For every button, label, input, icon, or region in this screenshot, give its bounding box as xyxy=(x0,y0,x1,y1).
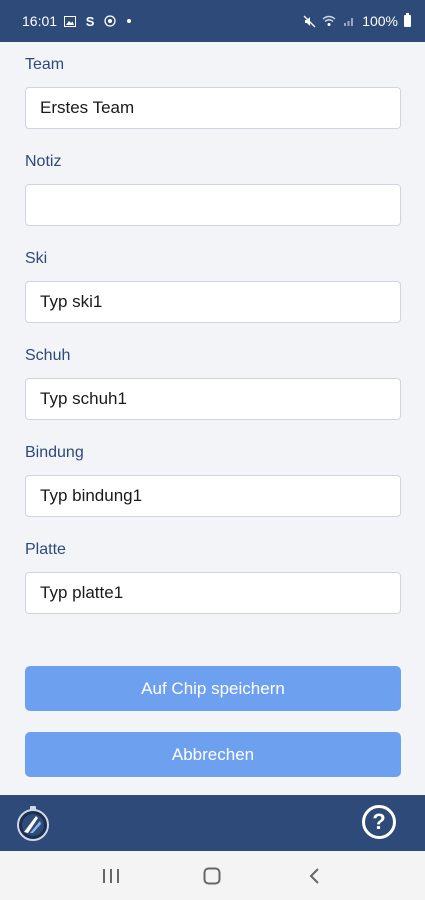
help-circle-icon[interactable]: ? xyxy=(362,805,396,839)
platte-label: Platte xyxy=(25,541,66,558)
signal-icon xyxy=(342,14,356,28)
bindung-input[interactable] xyxy=(25,475,401,517)
home-icon[interactable] xyxy=(192,856,232,896)
team-input[interactable] xyxy=(25,87,401,129)
back-icon[interactable] xyxy=(294,856,334,896)
recent-apps-icon[interactable] xyxy=(91,856,131,896)
app-logo-icon[interactable] xyxy=(14,803,52,843)
save-to-chip-button[interactable]: Auf Chip speichern xyxy=(25,666,401,711)
bottom-app-bar: ? xyxy=(0,795,425,851)
notiz-input[interactable] xyxy=(25,184,401,226)
help-glyph: ? xyxy=(372,809,386,834)
status-bar-left: 16:01 S xyxy=(22,13,132,29)
status-bar-right: 100% xyxy=(302,13,411,29)
status-bar: 16:01 S 100% xyxy=(0,0,425,42)
cancel-button[interactable]: Abbrechen xyxy=(25,732,401,777)
s-app-icon: S xyxy=(85,13,95,29)
wifi-icon xyxy=(322,14,336,28)
mute-icon xyxy=(302,14,316,28)
bindung-label: Bindung xyxy=(25,444,84,461)
dot-icon xyxy=(127,19,132,23)
schuh-input[interactable] xyxy=(25,378,401,420)
schuh-label: Schuh xyxy=(25,347,71,364)
image-icon xyxy=(63,14,77,28)
sync-icon xyxy=(103,14,117,28)
ski-input[interactable] xyxy=(25,281,401,323)
notiz-label: Notiz xyxy=(25,153,62,170)
battery-percent: 100% xyxy=(362,13,398,29)
team-label: Team xyxy=(25,56,65,73)
platte-input[interactable] xyxy=(25,572,401,614)
battery-icon xyxy=(404,13,411,27)
ski-label: Ski xyxy=(25,250,48,267)
system-nav-bar xyxy=(0,851,425,900)
status-time: 16:01 xyxy=(22,13,58,29)
